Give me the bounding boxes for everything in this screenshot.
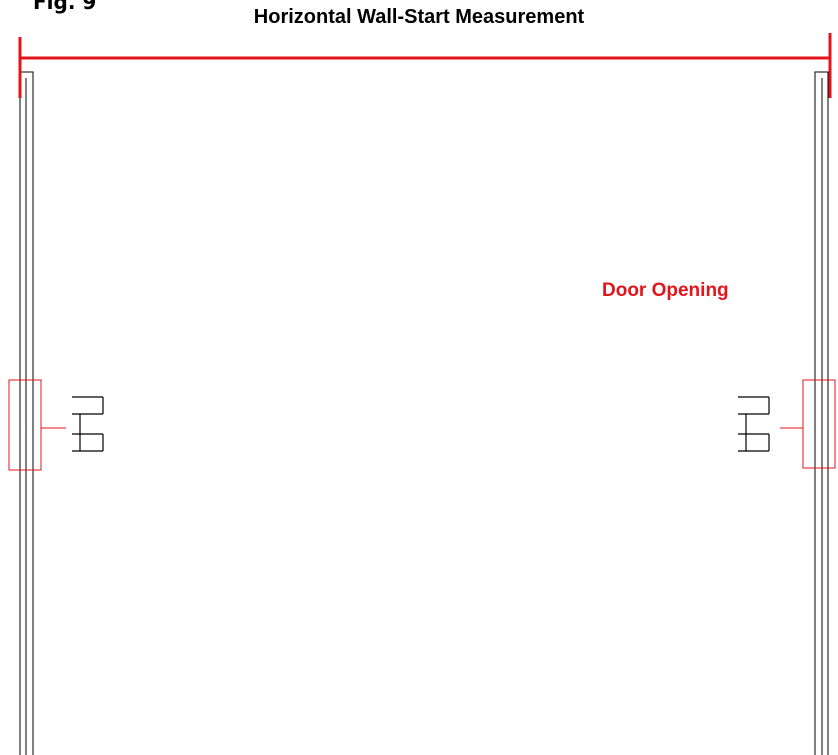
right-hinge-icon [738,396,770,452]
left-wall [19,71,34,755]
left-hinge-marker [8,379,66,471]
wall-diagram [8,33,836,755]
measurement-line [18,33,832,98]
right-wall [814,71,829,755]
left-hinge-icon [72,396,104,452]
right-hinge-marker [780,379,836,469]
